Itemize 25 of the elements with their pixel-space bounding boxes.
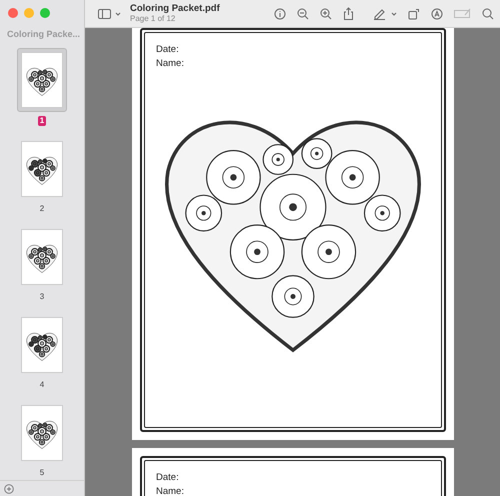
page-number: 2: [40, 204, 44, 214]
page-thumbnail[interactable]: [17, 48, 67, 112]
rotate-icon[interactable]: [408, 8, 420, 20]
zoom-in-icon[interactable]: [320, 8, 332, 20]
page-number: 5: [40, 468, 44, 478]
caret-icon[interactable]: [115, 12, 121, 16]
search-icon[interactable]: [482, 8, 494, 20]
window-title: Coloring Packet.pdf: [130, 4, 220, 14]
page-number: 4: [40, 380, 44, 390]
form-label: Name:: [156, 57, 185, 71]
page-number: 1: [38, 116, 46, 126]
zoom-out-icon[interactable]: [297, 8, 309, 20]
form-label: Name:: [156, 485, 185, 496]
sidebar-toggle-icon[interactable]: [98, 8, 111, 18]
pen-icon[interactable]: [373, 8, 386, 20]
share-icon[interactable]: [343, 7, 354, 20]
form-label: Date:: [156, 471, 180, 485]
info-icon[interactable]: [274, 8, 286, 20]
page-number: 3: [40, 292, 44, 302]
form-label: Date:: [156, 43, 180, 57]
caret-icon[interactable]: [391, 12, 397, 16]
markup-icon[interactable]: [431, 8, 443, 20]
sidebar-title: Coloring Packe...: [6, 28, 82, 41]
page-indicator: Page 1 of 12: [130, 14, 176, 23]
add-icon[interactable]: [4, 484, 14, 494]
